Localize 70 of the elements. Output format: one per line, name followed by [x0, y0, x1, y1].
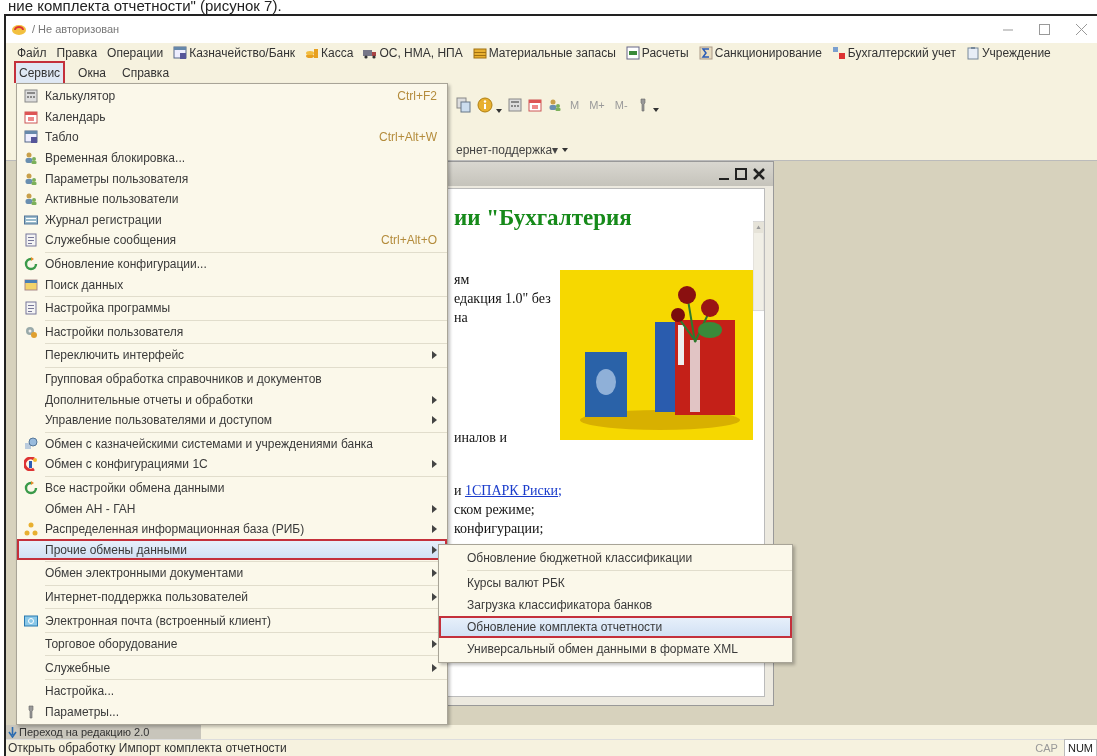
menu-item[interactable]: Параметры... — [17, 701, 447, 723]
status-text: Открыть обработку Импорт комплекта отчетности — [8, 740, 288, 756]
caret-icon — [496, 109, 502, 113]
menu-link[interactable]: ернет-поддержка▾ — [456, 141, 559, 159]
menu-item[interactable]: Санкционирование — [697, 44, 823, 62]
close-icon[interactable] — [753, 168, 765, 180]
menu-item[interactable]: ОС, НМА, НПА — [362, 44, 464, 62]
menu-item[interactable]: Распределенная информационная база (РИБ) — [17, 518, 447, 540]
menu-item[interactable]: Дополнительные отчеты и обработки — [17, 389, 447, 410]
menu-item[interactable]: Настройки пользователя — [17, 321, 447, 343]
menu-item[interactable]: Параметры пользователя — [17, 168, 447, 189]
menu-item[interactable]: Календарь — [17, 106, 447, 128]
menu-item[interactable]: Служебные — [17, 657, 447, 679]
users-icon[interactable] — [548, 98, 562, 112]
menu-item[interactable]: Обмен с конфигурациями 1С — [17, 454, 447, 475]
menu-item[interactable]: Обновление конфигурации... — [17, 253, 447, 275]
calendar-icon[interactable] — [528, 98, 542, 112]
menu-item[interactable]: Обновление комплекта отчетности — [439, 616, 792, 638]
menu-item[interactable]: Бухгалтерский учет — [830, 44, 957, 62]
text-line: ском режиме; — [454, 500, 536, 519]
menu-item[interactable]: Табло Ctrl+Alt+W — [17, 127, 447, 148]
menu-item[interactable]: Материальные запасы — [471, 44, 617, 62]
menu-item[interactable]: Обмен АН - ГАН — [17, 498, 447, 519]
text-line: иналов и — [454, 428, 508, 447]
menu-item[interactable]: Справка — [121, 64, 171, 82]
caret-icon — [652, 108, 659, 112]
text-line: и 1СПАРК Риски; — [454, 481, 563, 500]
window-title: / Не авторизован — [32, 22, 120, 38]
copy-icon[interactable] — [456, 97, 471, 113]
menu-item[interactable]: Переключить интерфейс — [17, 345, 447, 366]
menu-item[interactable]: Настройка программы — [17, 297, 447, 319]
menu-item[interactable]: Калькулятор Ctrl+F2 — [17, 86, 447, 107]
menu-item[interactable]: Файл — [16, 44, 48, 62]
menu-item[interactable]: Прочие обмены данными — [17, 539, 447, 561]
menu-item[interactable]: Правка — [55, 44, 99, 62]
menu-item[interactable]: Групповая обработка справочников и документов — [17, 368, 447, 390]
menu-item[interactable]: Обмен с казначейскими системами и учреждениями банка — [17, 433, 447, 455]
menu-item[interactable]: Окна — [77, 64, 107, 82]
menu-item[interactable]: Служебные сообщения Ctrl+Alt+O — [17, 230, 447, 251]
menu-item[interactable]: Поиск данных — [17, 274, 447, 295]
menu-item[interactable]: Касса — [304, 44, 355, 62]
panel-tab[interactable]: Переход на редакцию 2.0 — [6, 725, 201, 739]
menu-item[interactable]: Журнал регистрации — [17, 209, 447, 231]
menu-item[interactable]: Временная блокировка... — [17, 147, 447, 169]
shortcut-label: Ctrl+F2 — [397, 88, 437, 106]
menu-item[interactable]: Активные пользователи — [17, 188, 447, 210]
menu-item[interactable]: Операции — [106, 44, 165, 62]
shortcut-label: Ctrl+Alt+W — [379, 129, 437, 147]
info-icon[interactable] — [477, 97, 493, 113]
heading: ии "Бухгалтерия — [454, 204, 633, 232]
status-indicator: CAP — [1034, 740, 1059, 756]
menu-item[interactable]: Сервис — [16, 63, 64, 83]
caret-icon — [562, 148, 569, 152]
calculator-icon[interactable] — [508, 98, 522, 112]
text-line: конфигурации; — [454, 519, 545, 538]
text-line: на — [454, 308, 469, 327]
menu-item[interactable]: Настройка... — [17, 681, 447, 702]
text-line: едакция 1.0" без — [454, 289, 552, 308]
shortcut-label: Ctrl+Alt+O — [381, 232, 437, 250]
menu-item[interactable]: Учреждение — [964, 44, 1052, 62]
menu-item[interactable]: Казначейство/Банк — [172, 44, 297, 62]
text-line: ям — [454, 270, 471, 289]
menu-item[interactable]: Все настройки обмена данными — [17, 477, 447, 499]
caption-text: ние комплекта отчетности" (рисунок 7). — [7, 0, 283, 14]
app-logo-icon — [12, 23, 26, 36]
maximize-icon[interactable] — [735, 168, 747, 180]
link[interactable]: 1СПАРК Риски; — [465, 482, 562, 498]
menu-item[interactable]: Управление пользователями и доступом — [17, 409, 447, 431]
menu-item[interactable]: Расчеты — [624, 44, 690, 62]
arrow-icon — [8, 726, 17, 738]
